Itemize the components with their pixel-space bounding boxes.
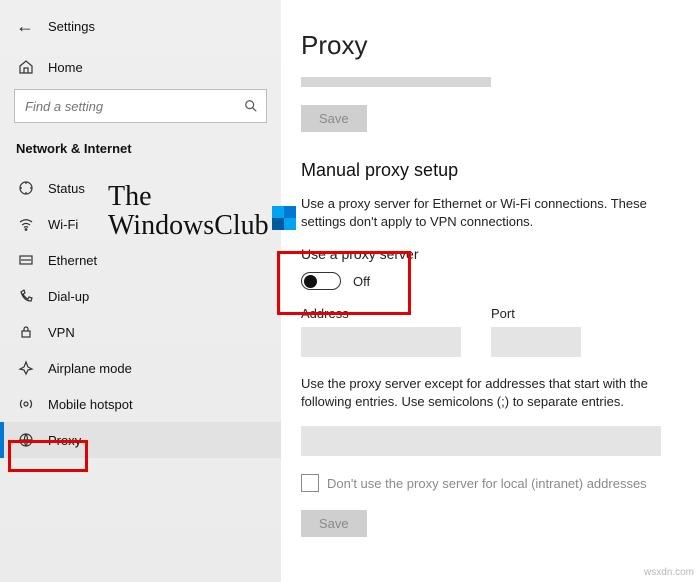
home-nav[interactable]: Home [0,51,281,89]
local-intranet-checkbox[interactable] [301,474,319,492]
page-title: Proxy [301,30,688,61]
dialup-icon [18,288,34,304]
nav-list: Status Wi-Fi Ethernet Dial-up VPN Airpla… [0,170,281,458]
local-intranet-label: Don't use the proxy server for local (in… [327,476,647,491]
exceptions-description: Use the proxy server except for addresse… [301,375,688,410]
hotspot-icon [18,396,34,412]
airplane-icon [18,360,34,376]
use-proxy-toggle[interactable] [301,272,341,290]
sidebar-item-label: Proxy [48,433,81,448]
disabled-input-bar [301,77,491,87]
sidebar-item-hotspot[interactable]: Mobile hotspot [0,386,281,422]
status-icon [18,180,34,196]
home-icon [18,59,34,75]
wifi-icon [18,216,34,232]
home-label: Home [48,60,83,75]
address-input[interactable] [301,327,461,357]
port-input[interactable] [491,327,581,357]
address-label: Address [301,306,461,321]
main-panel: Proxy Save Manual proxy setup Use a prox… [281,0,700,582]
proxy-icon [18,432,34,448]
port-field: Port [491,306,581,357]
sidebar-item-label: VPN [48,325,75,340]
settings-app: ← Settings Home Network & Internet Statu… [0,0,700,582]
sidebar-item-label: Ethernet [48,253,97,268]
toggle-state-label: Off [353,274,370,289]
back-button[interactable]: ← [16,16,34,37]
section-title: Manual proxy setup [301,160,688,181]
search-box[interactable] [14,89,267,123]
search-input[interactable] [25,99,244,114]
sidebar-item-label: Mobile hotspot [48,397,133,412]
sidebar-item-dialup[interactable]: Dial-up [0,278,281,314]
sidebar-item-label: Status [48,181,85,196]
use-proxy-label: Use a proxy server [301,246,688,262]
save-button-bottom[interactable]: Save [301,510,367,537]
sidebar-item-status[interactable]: Status [0,170,281,206]
search-icon [244,99,258,113]
section-description: Use a proxy server for Ethernet or Wi-Fi… [301,195,688,230]
ethernet-icon [18,252,34,268]
sidebar-item-label: Dial-up [48,289,89,304]
sidebar-item-ethernet[interactable]: Ethernet [0,242,281,278]
sidebar-item-airplane[interactable]: Airplane mode [0,350,281,386]
settings-title: Settings [48,19,95,34]
save-button-top[interactable]: Save [301,105,367,132]
address-field: Address [301,306,461,357]
sidebar-item-label: Airplane mode [48,361,132,376]
sidebar-item-vpn[interactable]: VPN [0,314,281,350]
sidebar: ← Settings Home Network & Internet Statu… [0,0,281,582]
sidebar-item-label: Wi-Fi [48,217,78,232]
exceptions-input[interactable] [301,426,661,456]
port-label: Port [491,306,581,321]
sidebar-item-wifi[interactable]: Wi-Fi [0,206,281,242]
sidebar-item-proxy[interactable]: Proxy [0,422,281,458]
source-watermark: wsxdn.com [644,567,694,578]
section-header: Network & Internet [0,141,281,170]
vpn-icon [18,324,34,340]
